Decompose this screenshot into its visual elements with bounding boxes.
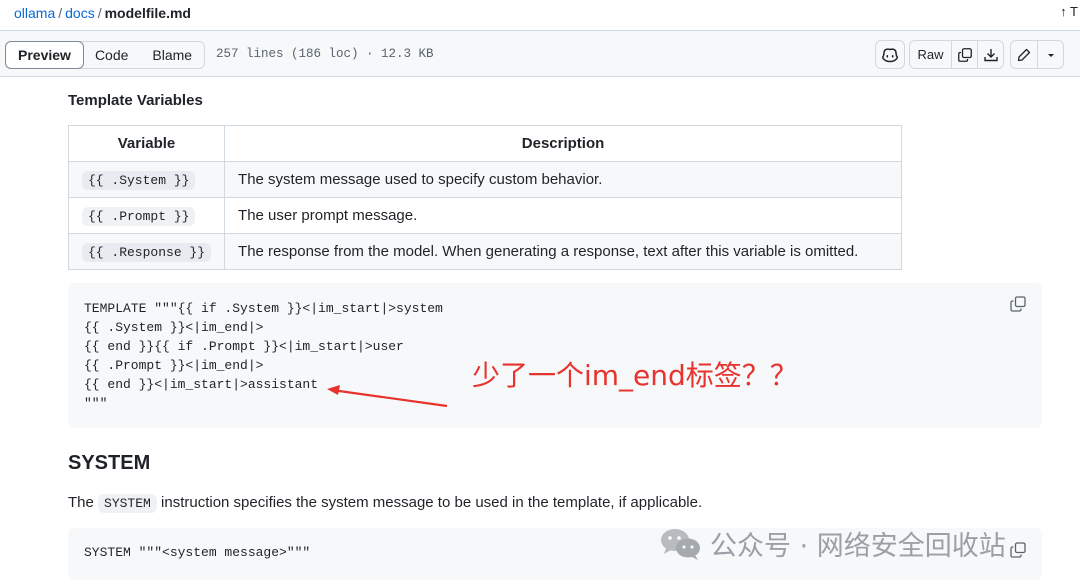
table-cell: {{ .Prompt }} <box>67 197 226 234</box>
copy-icon <box>1010 542 1026 558</box>
copy-icon <box>1010 296 1026 312</box>
raw-button[interactable]: Raw <box>910 41 951 68</box>
tab-blame[interactable]: Blame <box>140 42 204 68</box>
table-row: {{ .Prompt }} The user prompt message. <box>67 197 903 234</box>
breadcrumb-current-file: modelfile.md <box>104 5 191 21</box>
copy-code-button[interactable] <box>1010 542 1028 560</box>
copy-raw-button[interactable] <box>951 41 977 68</box>
download-button[interactable] <box>977 41 1003 68</box>
pencil-icon <box>1018 48 1031 61</box>
watermark-text: 公众号 · 网络安全回收站 <box>710 531 1006 562</box>
tab-code[interactable]: Code <box>83 42 140 68</box>
table-cell: {{ .Response }} <box>67 233 226 270</box>
table-cell: The response from the model. When genera… <box>224 233 903 270</box>
download-icon <box>983 48 998 61</box>
system-heading: SYSTEM <box>68 452 151 474</box>
system-code: SYSTEM """<system message>""" <box>84 545 311 560</box>
edit-button[interactable] <box>1011 41 1037 68</box>
breadcrumb-folder-link[interactable]: docs <box>65 5 95 21</box>
top-button[interactable]: ↑ T <box>1060 4 1078 19</box>
view-mode-tabs: Preview Code Blame <box>5 41 206 69</box>
table-cell: The system message used to specify custo… <box>224 161 903 198</box>
edit-dropdown-button[interactable] <box>1037 41 1063 68</box>
chevron-down-icon <box>1047 53 1054 57</box>
table-row: {{ .Response }} The response from the mo… <box>67 233 903 270</box>
watermark: 公众号 · 网络安全回收站 <box>660 524 1006 563</box>
system-description: The SYSTEM instruction specifies the sys… <box>68 492 702 515</box>
variable-code: {{ .Response }} <box>82 243 212 262</box>
file-toolbar: Preview Code Blame 257 lines (186 loc) ·… <box>0 30 1080 77</box>
raw-actions-group: Raw <box>909 40 1004 69</box>
file-info: 257 lines (186 loc) · 12.3 KB <box>216 47 434 61</box>
table-row: {{ .System }} The system message used to… <box>67 161 903 198</box>
column-header: Variable <box>67 125 226 162</box>
tab-preview[interactable]: Preview <box>5 41 84 69</box>
copilot-button[interactable] <box>875 40 905 69</box>
para-text: The <box>68 494 94 511</box>
para-text: instruction specifies the system message… <box>161 494 703 511</box>
copy-icon <box>957 47 972 62</box>
system-keyword-code: SYSTEM <box>98 494 157 513</box>
section-heading: Template Variables <box>68 92 203 109</box>
table-header-row: Variable Description <box>67 125 903 162</box>
annotation-arrow-icon <box>327 385 448 408</box>
breadcrumb-repo-link[interactable]: ollama <box>14 5 55 21</box>
table-cell: {{ .System }} <box>67 161 226 198</box>
copilot-icon <box>882 47 898 62</box>
column-header: Description <box>224 125 903 162</box>
template-variables-table: Variable Description {{ .System }} The s… <box>67 125 903 270</box>
wechat-icon <box>661 528 700 560</box>
edit-actions-group <box>1010 40 1064 69</box>
breadcrumb-separator: / <box>97 5 102 21</box>
table-cell: The user prompt message. <box>224 197 903 234</box>
annotation-text: 少了一个im_end标签？？ <box>472 359 798 392</box>
copy-code-button[interactable] <box>1010 296 1028 314</box>
variable-code: {{ .Prompt }} <box>82 207 196 226</box>
variable-code: {{ .System }} <box>82 171 196 190</box>
breadcrumb: ollama / docs / modelfile.md <box>14 4 191 22</box>
breadcrumb-separator: / <box>58 5 63 21</box>
